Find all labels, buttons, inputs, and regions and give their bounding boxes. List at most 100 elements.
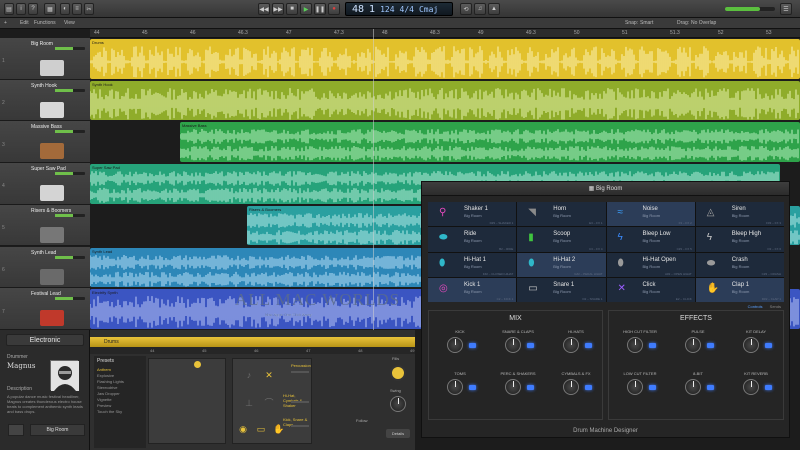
on-off-led[interactable]	[527, 343, 534, 348]
swing-knob[interactable]	[390, 396, 406, 412]
parameter-knob[interactable]	[685, 379, 701, 395]
cycle-button[interactable]: ⟲	[460, 3, 472, 15]
audio-region[interactable]: Massive Bass	[180, 122, 800, 163]
rewind-button[interactable]: ◀◀	[258, 3, 270, 15]
drum-pad[interactable]: ✕ Click Big Room E2 – CLICK	[606, 277, 695, 302]
record-button[interactable]: ●	[328, 3, 340, 15]
xy-pad-puck[interactable]	[194, 361, 201, 368]
drummer-region-header[interactable]: Drums	[90, 337, 415, 347]
kick-slider[interactable]	[291, 425, 309, 427]
loud-soft-simple-complex-pad[interactable]	[148, 358, 226, 444]
browsers-button[interactable]: ☰	[780, 3, 792, 15]
drum-pad[interactable]: ▮ Scoop Big Room C3 – FX 4	[517, 227, 606, 252]
track-volume-slider[interactable]	[55, 172, 85, 176]
cross-sticks-icon[interactable]: ✕	[263, 369, 275, 381]
parameter-knob[interactable]	[627, 337, 643, 353]
drum-pad[interactable]: ϟ Bleep Low Big Room C#3 – FX 5	[606, 227, 695, 252]
track-header[interactable]: 1 Big Room	[0, 38, 90, 80]
forward-button[interactable]: ▶▶	[272, 3, 284, 15]
playhead[interactable]	[373, 29, 374, 330]
tuner-button[interactable]: ♫	[474, 3, 486, 15]
functions-menu[interactable]: Functions	[34, 20, 56, 26]
on-off-led[interactable]	[649, 343, 656, 348]
drag-select[interactable]: No Overlap	[691, 20, 716, 26]
drum-pad[interactable]: ⬬ Crash Big Room C#3 – CRASH	[695, 252, 784, 277]
drum-pad[interactable]: ≈ Noise Big Room F3 – FX 2	[606, 202, 695, 227]
parameter-knob[interactable]	[743, 379, 759, 395]
view-menu[interactable]: View	[64, 20, 75, 26]
track-volume-slider[interactable]	[55, 88, 85, 92]
parameter-knob[interactable]	[627, 379, 643, 395]
add-track-icon[interactable]: +	[4, 20, 7, 26]
drum-pad[interactable]: ◥ Horn Big Room E3 – FX 1	[517, 202, 606, 227]
hihat-icon[interactable]: ⊥	[243, 397, 255, 409]
drum-pad[interactable]: ⬮ Hi-Hat 1 Big Room F#2 – CLOSED HIHAT	[428, 252, 517, 277]
metronome-button[interactable]: ▲	[488, 3, 500, 15]
on-off-led[interactable]	[707, 385, 714, 390]
track-header[interactable]: 4 Super Saw Pad	[0, 163, 90, 205]
preset-button[interactable]: Big Room	[30, 424, 85, 436]
parameter-knob[interactable]	[447, 379, 463, 395]
editors-button[interactable]: ✂	[84, 3, 94, 15]
drum-pad[interactable]: ◎ Kick 1 Big Room C2 – KICK 1	[428, 277, 517, 302]
play-button[interactable]: ▶	[300, 3, 312, 15]
parameter-knob[interactable]	[685, 337, 701, 353]
tab-controls[interactable]: Controls	[748, 304, 763, 309]
track-volume-slider[interactable]	[55, 130, 85, 134]
toolbar-button[interactable]: ▦	[44, 3, 56, 15]
edit-menu[interactable]: Edit	[20, 20, 29, 26]
library-button[interactable]: ▤	[4, 3, 14, 15]
mixer-button[interactable]: ≡	[72, 3, 82, 15]
cymbal-icon[interactable]: ⌒	[263, 397, 275, 409]
library-title[interactable]: Electronic	[6, 334, 84, 346]
parameter-knob[interactable]	[447, 337, 463, 353]
drummer-avatar[interactable]	[50, 360, 79, 391]
maraca-icon[interactable]: ♪	[243, 369, 255, 381]
on-off-led[interactable]	[585, 343, 592, 348]
track-header[interactable]: 3 Massive Bass	[0, 121, 90, 164]
percussion-slider[interactable]	[291, 371, 309, 373]
snap-select[interactable]: Smart	[640, 20, 653, 26]
inspector-button[interactable]: i	[16, 3, 26, 15]
parameter-knob[interactable]	[563, 337, 579, 353]
audio-region[interactable]: Synth Hook	[90, 80, 800, 121]
parameter-knob[interactable]	[563, 379, 579, 395]
hihat-slider[interactable]	[291, 401, 309, 403]
parameter-knob[interactable]	[505, 337, 521, 353]
on-off-led[interactable]	[707, 343, 714, 348]
snare-drum-icon[interactable]: ▭	[255, 423, 267, 435]
drum-pad[interactable]: ▭ Snare 1 Big Room D2 – SNARE 1	[517, 277, 606, 302]
on-off-led[interactable]	[469, 343, 476, 348]
track-header[interactable]: 6 Synth Lead	[0, 246, 90, 289]
on-off-led[interactable]	[649, 385, 656, 390]
track-header[interactable]: 5 Risers & Boomers	[0, 204, 90, 247]
pause-button[interactable]: ❚❚	[314, 3, 326, 15]
smart-controls-button[interactable]: ◐	[60, 3, 70, 15]
fills-knob[interactable]	[390, 365, 406, 381]
master-volume-slider[interactable]	[725, 7, 775, 11]
track-volume-slider[interactable]	[55, 297, 85, 301]
track-volume-slider[interactable]	[55, 255, 85, 259]
help-button[interactable]: ?	[28, 3, 38, 15]
track-volume-slider[interactable]	[55, 213, 85, 217]
drum-pad[interactable]: ⚲ Shaker 1 Big Room D#3 – SHAKER 1	[428, 202, 517, 227]
kick-drum-icon[interactable]: ◉	[237, 423, 249, 435]
timeline-ruler[interactable]: 44 45 46 46.3 47 47.3 48 48.3 49 49.3 50 51 51.3 52 53	[90, 29, 800, 38]
details-button[interactable]: Details	[386, 429, 410, 438]
drum-pad[interactable]: ✋ Clap 1 Big Room D#2 – CLAP 1	[695, 277, 784, 302]
on-off-led[interactable]	[765, 343, 772, 348]
track-volume-slider[interactable]	[55, 47, 85, 50]
lcd-display[interactable]: 48 1 124 4/4 Cmaj	[345, 2, 453, 16]
stop-button[interactable]: ■	[286, 3, 298, 15]
track-header[interactable]: 2 Synth Hook	[0, 79, 90, 122]
drum-pad[interactable]: ⬬ Ride Big Room B2 – RIDE	[428, 227, 517, 252]
drum-pad[interactable]: ⬮ Hi-Hat 2 Big Room G#2 – PEDAL HIHAT	[517, 252, 606, 277]
on-off-led[interactable]	[527, 385, 534, 390]
tab-sends[interactable]: Sends	[770, 304, 781, 309]
on-off-led[interactable]	[765, 385, 772, 390]
on-off-led[interactable]	[469, 385, 476, 390]
on-off-led[interactable]	[585, 385, 592, 390]
parameter-knob[interactable]	[743, 337, 759, 353]
preset-item[interactable]: Touch the Sky	[94, 408, 146, 414]
audio-region[interactable]: Drums	[90, 39, 800, 79]
